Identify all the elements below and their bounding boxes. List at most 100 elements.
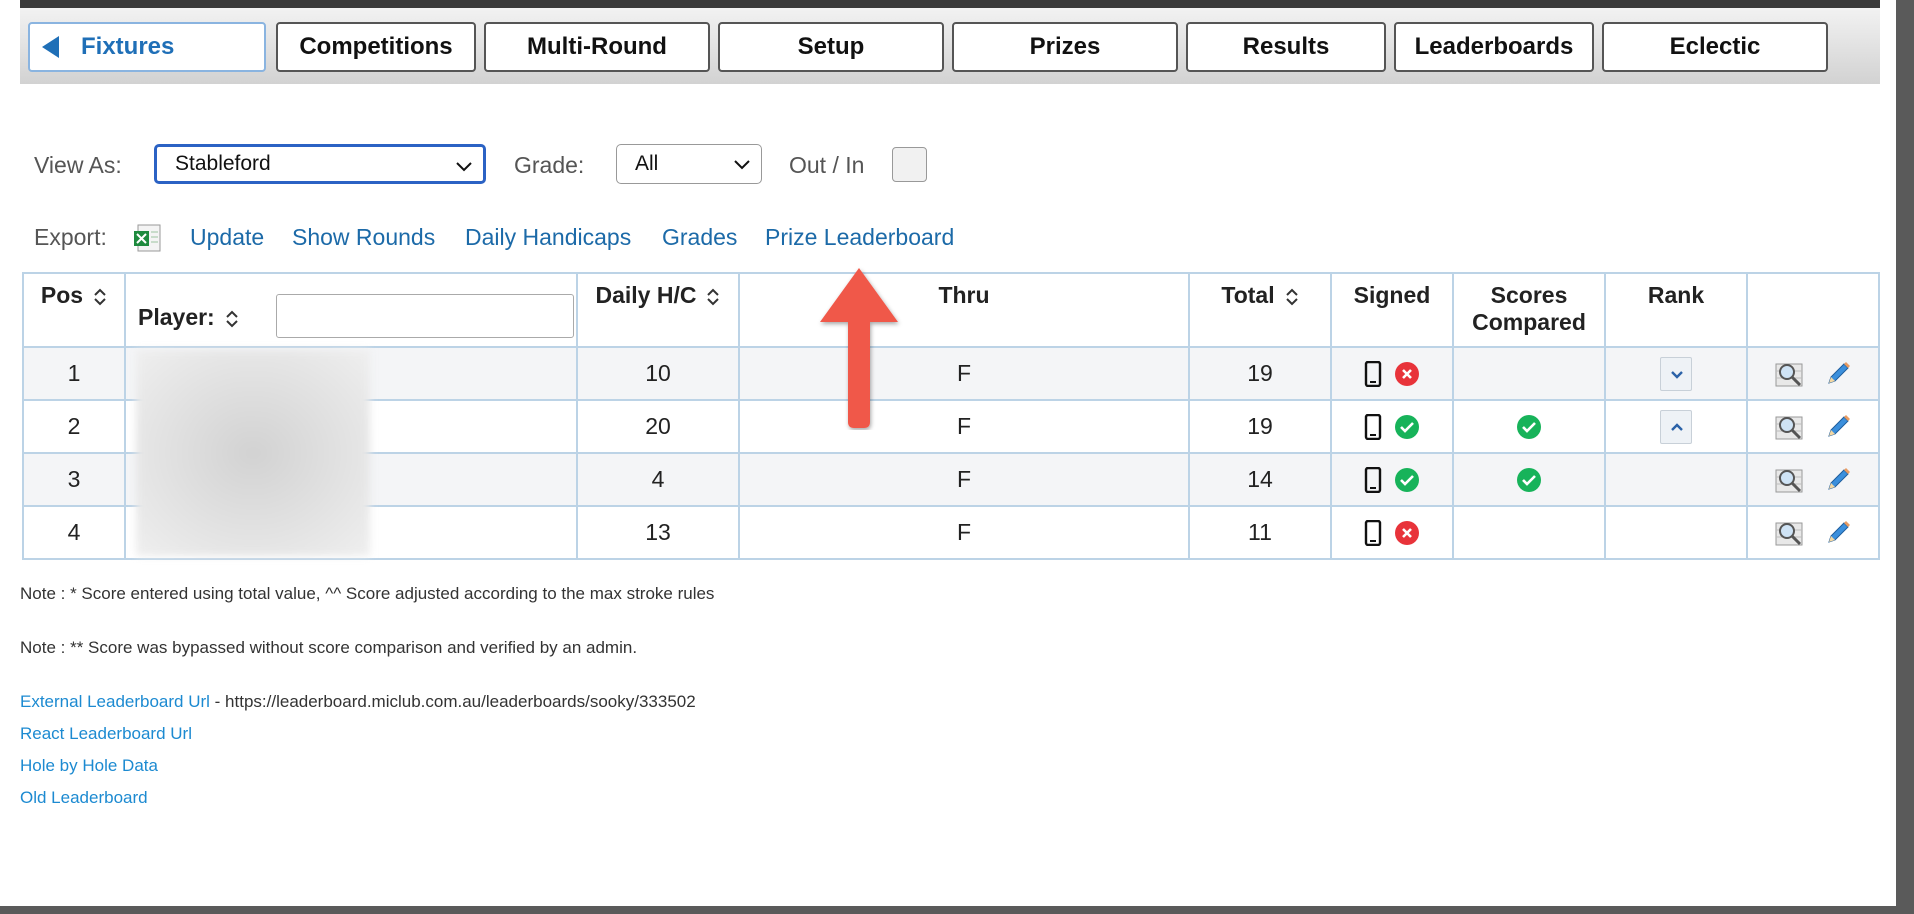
- signed-cell: [1330, 399, 1454, 454]
- tab-prizes[interactable]: Prizes: [952, 22, 1178, 72]
- tab-multi-round[interactable]: Multi-Round: [484, 22, 710, 72]
- sort-icon: [1285, 288, 1298, 306]
- col-signed-header: Signed: [1330, 272, 1454, 348]
- daily-hc-cell: 10: [576, 346, 740, 401]
- chevron-down-icon: [1671, 370, 1683, 379]
- pencil-edit-icon[interactable]: [1824, 413, 1852, 441]
- mobile-phone-icon: [1364, 361, 1381, 388]
- rank-up-button[interactable]: [1660, 409, 1692, 444]
- out-in-checkbox[interactable]: [892, 147, 927, 182]
- magnifier-view-icon[interactable]: [1774, 413, 1804, 441]
- redacted-player-names: [136, 350, 370, 556]
- external-leaderboard-url: - https://leaderboard.miclub.com.au/lead…: [209, 692, 696, 711]
- player-filter-input[interactable]: [276, 294, 574, 338]
- total-cell: 19: [1188, 399, 1332, 454]
- grade-select[interactable]: All: [616, 144, 762, 184]
- pos-cell: 4: [22, 505, 126, 560]
- view-as-select[interactable]: Stableford: [154, 144, 486, 184]
- col-daily-hc-header[interactable]: Daily H/C: [576, 272, 740, 348]
- error-x-icon: [1395, 362, 1420, 387]
- external-leaderboard-line: External Leaderboard Url - https://leade…: [20, 692, 696, 712]
- thru-cell: F: [738, 505, 1190, 560]
- rank-cell: [1604, 452, 1748, 507]
- col-thru-header: Thru: [738, 272, 1190, 348]
- scores-compared-cell: [1452, 452, 1606, 507]
- pos-cell: 3: [22, 452, 126, 507]
- update-link[interactable]: Update: [190, 224, 264, 251]
- rank-cell: [1604, 346, 1748, 401]
- magnifier-view-icon[interactable]: [1774, 466, 1804, 494]
- mobile-phone-icon: [1364, 414, 1381, 441]
- chevron-down-icon: [734, 160, 750, 170]
- note-bypassed: Note : ** Score was bypassed without sco…: [20, 638, 638, 657]
- excel-export-icon[interactable]: [132, 222, 164, 254]
- signed-cell: [1330, 505, 1454, 560]
- pencil-edit-icon[interactable]: [1824, 519, 1852, 547]
- scores-compared-cell: [1452, 346, 1606, 401]
- daily-handicaps-link[interactable]: Daily Handicaps: [465, 224, 631, 251]
- actions-cell: [1746, 399, 1880, 454]
- error-x-icon: [1395, 521, 1420, 546]
- export-label: Export:: [34, 224, 107, 250]
- chevron-up-icon: [1671, 422, 1683, 431]
- col-player-header[interactable]: Player:: [124, 272, 578, 348]
- grades-link[interactable]: Grades: [662, 224, 737, 251]
- total-cell: 19: [1188, 346, 1332, 401]
- pencil-edit-icon[interactable]: [1824, 466, 1852, 494]
- actions-cell: [1746, 505, 1880, 560]
- daily-hc-cell: 20: [576, 399, 740, 454]
- sort-icon: [94, 288, 106, 306]
- top-dark-bar: [20, 0, 1880, 8]
- external-leaderboard-link[interactable]: External Leaderboard Url: [20, 692, 210, 711]
- thru-cell: F: [738, 346, 1190, 401]
- old-leaderboard-link[interactable]: Old Leaderboard: [20, 788, 148, 808]
- grade-label: Grade:: [514, 152, 585, 178]
- signed-cell: [1330, 452, 1454, 507]
- tab-strip: Fixtures Competitions Multi-Round Setup …: [20, 8, 1880, 84]
- rank-down-button[interactable]: [1660, 356, 1692, 391]
- signed-cell: [1330, 346, 1454, 401]
- scores-compared-cell: [1452, 505, 1606, 560]
- scores-compared-cell: [1452, 399, 1606, 454]
- prize-leaderboard-link[interactable]: Prize Leaderboard: [765, 224, 954, 251]
- check-icon: [1517, 468, 1541, 493]
- pos-cell: 2: [22, 399, 126, 454]
- pencil-edit-icon[interactable]: [1824, 360, 1852, 388]
- window-edge-bottom: [0, 906, 1914, 914]
- thru-cell: F: [738, 399, 1190, 454]
- check-icon: [1395, 415, 1420, 440]
- tab-leaderboards[interactable]: Leaderboards: [1394, 22, 1594, 72]
- sort-icon: [226, 310, 238, 328]
- rank-cell: [1604, 505, 1748, 560]
- actions-cell: [1746, 452, 1880, 507]
- thru-cell: F: [738, 452, 1190, 507]
- col-scores-compared-header: Scores Compared: [1452, 272, 1606, 348]
- tab-eclectic[interactable]: Eclectic: [1602, 22, 1828, 72]
- chevron-down-icon: [456, 162, 472, 172]
- view-as-label: View As:: [34, 152, 122, 178]
- sort-icon: [707, 288, 720, 306]
- daily-hc-cell: 4: [576, 452, 740, 507]
- window-edge-right: [1896, 0, 1914, 914]
- col-total-header[interactable]: Total: [1188, 272, 1332, 348]
- mobile-phone-icon: [1364, 520, 1381, 547]
- magnifier-view-icon[interactable]: [1774, 360, 1804, 388]
- react-leaderboard-link[interactable]: React Leaderboard Url: [20, 724, 192, 744]
- col-pos-header[interactable]: Pos: [22, 272, 126, 348]
- hole-by-hole-link[interactable]: Hole by Hole Data: [20, 756, 158, 776]
- magnifier-view-icon[interactable]: [1774, 519, 1804, 547]
- actions-cell: [1746, 346, 1880, 401]
- table-header-row: Pos Player: Daily H/C Thru Total Signed …: [22, 272, 1880, 348]
- daily-hc-cell: 13: [576, 505, 740, 560]
- tab-competitions[interactable]: Competitions: [276, 22, 476, 72]
- tab-setup[interactable]: Setup: [718, 22, 944, 72]
- check-icon: [1517, 415, 1541, 440]
- note-total-value: Note : * Score entered using total value…: [20, 584, 715, 603]
- tab-fixtures[interactable]: Fixtures: [28, 22, 266, 72]
- col-actions-header: [1746, 272, 1880, 348]
- rank-cell: [1604, 399, 1748, 454]
- show-rounds-link[interactable]: Show Rounds: [292, 224, 435, 251]
- tab-results[interactable]: Results: [1186, 22, 1386, 72]
- pos-cell: 1: [22, 346, 126, 401]
- back-arrow-icon: [42, 36, 59, 58]
